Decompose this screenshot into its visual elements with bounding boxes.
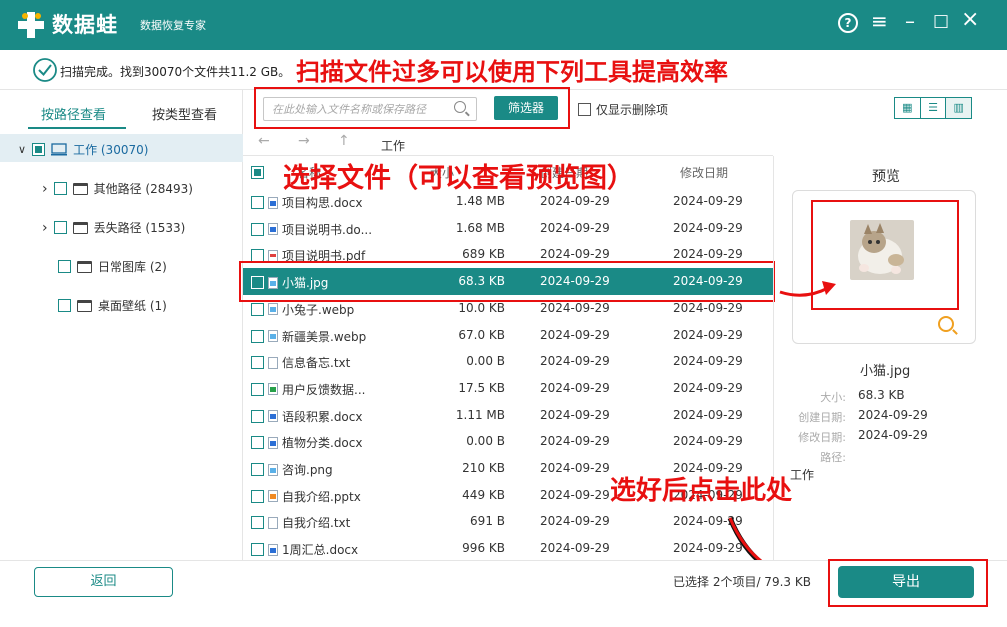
export-button[interactable]: 导出	[838, 566, 974, 598]
annotation-arrows	[727, 281, 836, 594]
selection-summary: 已选择 2个项目/ 79.3 KB	[673, 575, 811, 589]
back-button[interactable]: 返回	[34, 567, 173, 597]
